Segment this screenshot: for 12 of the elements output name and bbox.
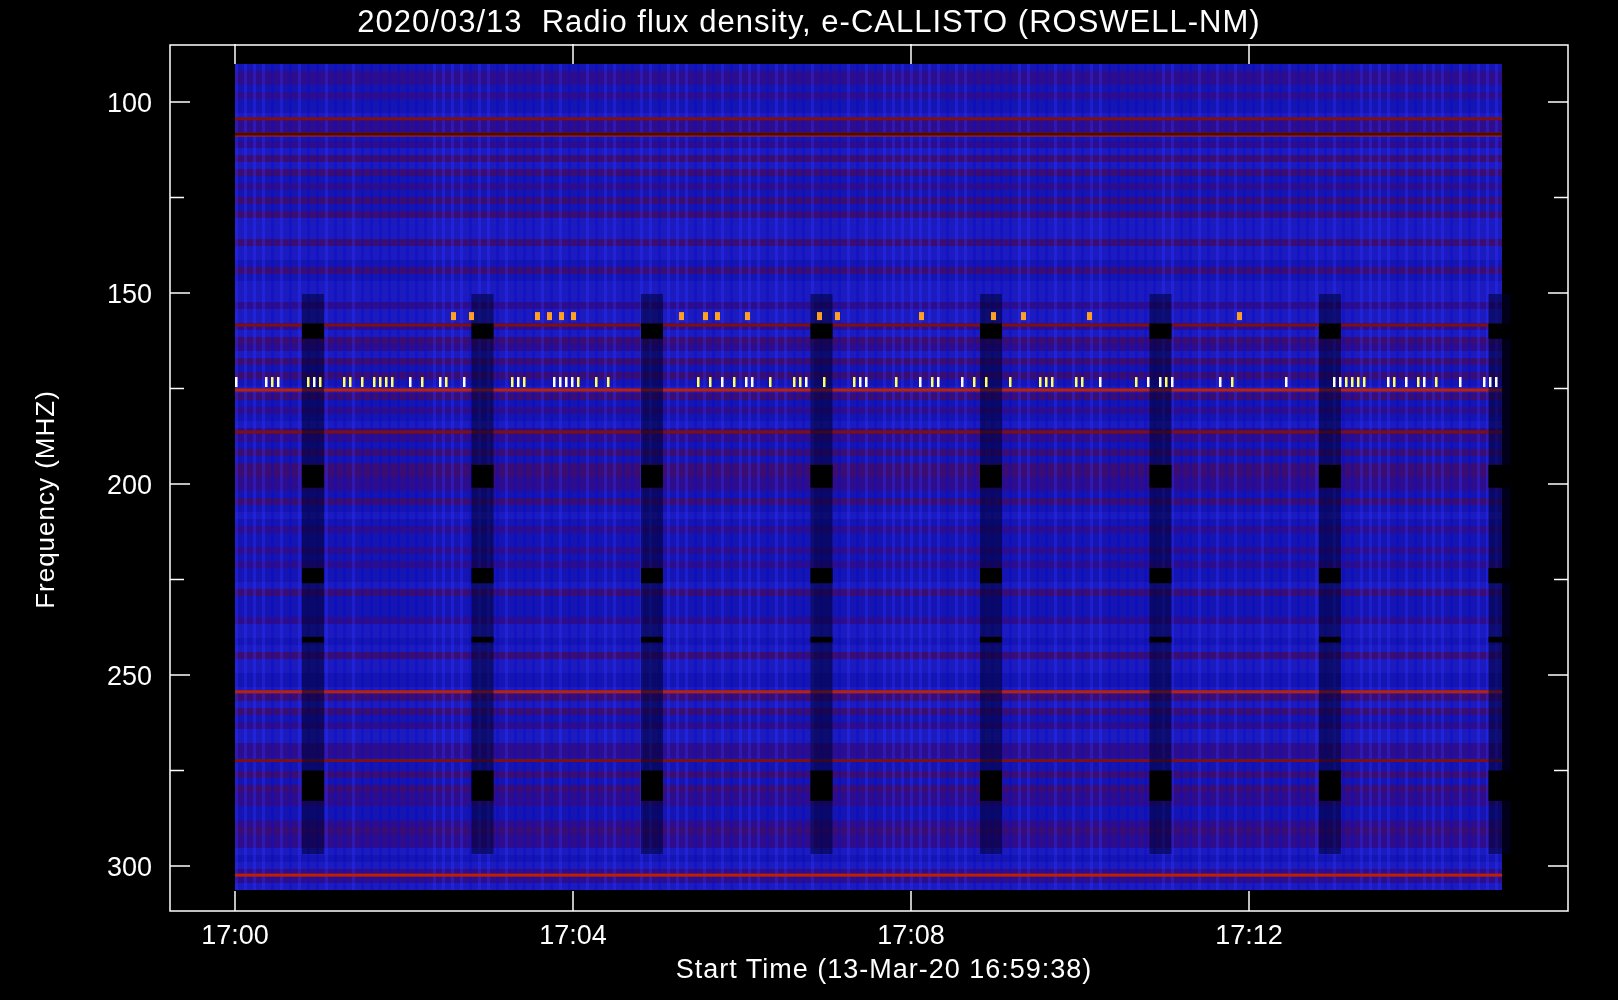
x-tick-label: 17:08	[877, 920, 945, 950]
chart-title: 2020/03/13 Radio flux density, e-CALLISTO (ROSWELL-NM)	[356, 3, 1262, 41]
y-tick-label: 150	[106, 279, 152, 309]
y-tick-label: 100	[106, 88, 152, 118]
y-tick-label: 300	[106, 852, 152, 882]
x-axis-label: Start Time (13-Mar-20 16:59:38)	[675, 954, 1093, 985]
x-tick-label: 17:12	[1215, 920, 1283, 950]
y-tick-label: 250	[106, 661, 152, 691]
x-tick-label: 17:04	[539, 920, 607, 950]
y-axis-label: Frequency (MHZ)	[29, 389, 61, 609]
y-tick-label: 200	[106, 470, 152, 500]
x-tick-label: 17:00	[201, 920, 269, 950]
